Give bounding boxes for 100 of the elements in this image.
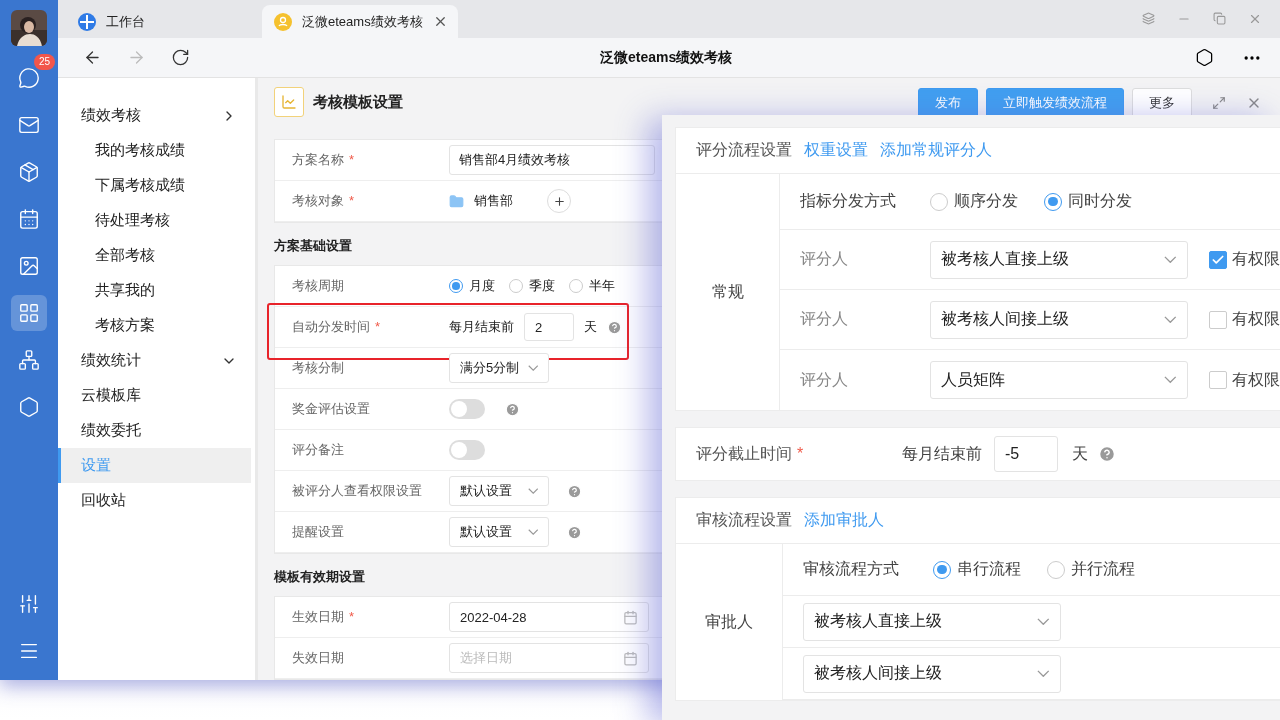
expand-icon[interactable]	[1212, 96, 1226, 110]
approver-select[interactable]: 被考核人直接上级	[803, 602, 1061, 641]
field-label: 方案名称 *	[291, 151, 356, 169]
field-label: 失效日期	[291, 649, 345, 667]
checkbox[interactable]	[1209, 250, 1227, 269]
field-label: 评分人	[800, 249, 849, 269]
rater-select[interactable]: 人员矩阵	[930, 361, 1188, 399]
checkbox[interactable]	[1209, 310, 1227, 329]
sidebar-item[interactable]: 绩效委托	[58, 413, 251, 448]
action-button[interactable]: 更多	[1132, 88, 1192, 118]
field-label: 提醒设置	[291, 523, 345, 541]
radio-button[interactable]	[930, 192, 948, 211]
name-field[interactable]: 销售部4月绩效考核	[449, 145, 655, 175]
target-name: 销售部	[474, 192, 513, 210]
unread-badge: 25	[33, 54, 55, 70]
radio-button[interactable]	[509, 279, 523, 293]
field-label: 生效日期 *	[291, 608, 356, 626]
select-field[interactable]: 满分5分制	[449, 353, 549, 383]
radio-button[interactable]	[1044, 192, 1062, 211]
radio-label: 季度	[529, 277, 555, 295]
radio-button[interactable]	[449, 279, 463, 293]
field-label: 考核分制	[291, 359, 345, 377]
radio-label: 半年	[589, 277, 615, 295]
chevron-down-icon	[1164, 376, 1177, 384]
apps-icon	[18, 302, 40, 324]
date-field[interactable]: 2022-04-28	[449, 602, 649, 632]
field-label: 考核对象 *	[291, 192, 356, 210]
browser-tab[interactable]: 泛微eteams绩效考核	[262, 5, 458, 38]
sidebar-subitem[interactable]: 考核方案	[58, 308, 251, 343]
days-field[interactable]: -5	[994, 436, 1058, 472]
field-label: 奖金评估设置	[291, 400, 371, 418]
calendar-icon	[623, 650, 638, 666]
toggle-switch[interactable]	[449, 440, 485, 460]
page-title: 泛微eteams绩效考核	[600, 48, 733, 67]
chevron-down-icon	[527, 488, 538, 494]
sidebar-item[interactable]: 绩效统计	[58, 343, 251, 378]
required-mark: *	[797, 444, 804, 462]
checkbox-label: 有权限	[1232, 369, 1280, 390]
sliders-icon[interactable]	[18, 593, 40, 615]
calendar-icon	[623, 609, 638, 625]
select-field[interactable]: 默认设置	[449, 517, 549, 547]
field-label: 指标分发方式	[800, 191, 897, 211]
chevron-down-icon	[527, 529, 538, 535]
rater-select[interactable]: 被考核人直接上级	[930, 240, 1188, 279]
field-label: 评分截止时间 *	[696, 443, 805, 464]
rater-select[interactable]: 被考核人间接上级	[930, 300, 1188, 339]
sidebar-item[interactable]: 回收站	[58, 483, 251, 518]
prefix-text: 每月结束前	[449, 318, 514, 336]
checkbox[interactable]	[1209, 371, 1227, 389]
chevron-down-icon	[1037, 669, 1050, 678]
radio-button[interactable]	[569, 279, 583, 293]
sidebar-item[interactable]: 云模板库	[58, 378, 251, 413]
sidebar-subitem[interactable]: 下属考核成绩	[58, 168, 251, 203]
field-label: 被评分人查看权限设置	[291, 482, 423, 500]
refresh-arrow-icon[interactable]	[170, 48, 190, 67]
section-title: 考核模板设置	[313, 92, 403, 112]
chart-icon	[281, 94, 297, 111]
restore-icon[interactable]	[1213, 12, 1226, 25]
sidebar-subitem[interactable]: 待处理考核	[58, 203, 251, 238]
hexagon-icon	[18, 396, 40, 418]
plus-icon	[552, 194, 566, 208]
logo-icon	[78, 12, 96, 31]
toggle-switch[interactable]	[449, 399, 485, 419]
required-mark: *	[375, 319, 381, 334]
field-label: 评分人	[800, 369, 849, 390]
required-mark: *	[349, 193, 355, 208]
select-field[interactable]: 默认设置	[449, 476, 549, 506]
radio-label: 顺序分发	[954, 191, 1018, 211]
checkbox-label: 有权限	[1232, 309, 1280, 329]
required-mark: *	[349, 152, 355, 167]
app-logo-icon	[274, 12, 292, 31]
browser-tab[interactable]: 工作台	[66, 5, 262, 38]
sidebar-subitem[interactable]: 共享我的	[58, 273, 251, 308]
radio-button[interactable]	[1047, 560, 1065, 579]
radio-label: 并行流程	[1071, 559, 1135, 579]
card-title: 审核流程设置	[696, 510, 792, 530]
days-field[interactable]: 2	[524, 312, 574, 342]
section-heading: 方案基础设置	[274, 237, 352, 255]
required-mark: *	[349, 609, 355, 624]
rail-button[interactable]	[11, 295, 47, 331]
chevron-down-icon	[1164, 255, 1177, 264]
radio-button[interactable]	[933, 560, 951, 579]
approver-select[interactable]: 被考核人间接上级	[803, 654, 1061, 693]
image-icon	[18, 255, 40, 277]
org-icon	[18, 349, 40, 371]
chat-icon	[18, 67, 40, 89]
checkbox-label: 有权限	[1232, 249, 1280, 269]
mail-icon	[18, 114, 40, 136]
sidebar-item[interactable]: 绩效考核	[58, 98, 251, 133]
prefix-text: 每月结束前	[902, 443, 982, 464]
box-icon	[18, 161, 40, 183]
card-title: 评分流程设置	[696, 140, 792, 160]
chevron-down-icon	[1164, 315, 1177, 324]
radio-label: 同时分发	[1068, 191, 1132, 211]
unit-text: 天	[1072, 443, 1088, 464]
field-label: 考核周期	[291, 277, 345, 295]
sidebar-subitem[interactable]: 全部考核	[58, 238, 251, 273]
unit-text: 天	[584, 318, 597, 336]
sidebar-subitem[interactable]: 我的考核成绩	[58, 133, 251, 168]
folder-icon	[449, 193, 464, 209]
